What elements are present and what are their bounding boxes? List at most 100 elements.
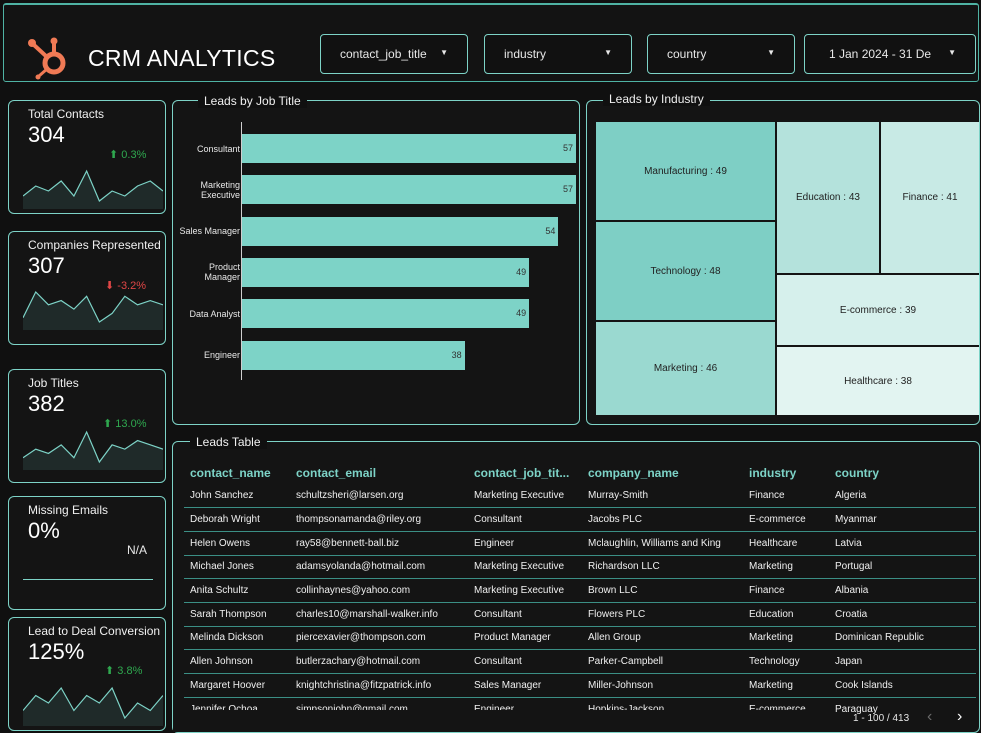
table-row[interactable]: Sarah Thompson charles10@marshall-walker.… xyxy=(184,602,976,627)
bar-category-label: Marketing Executive xyxy=(170,180,240,200)
pagination-label: 1 - 100 / 413 xyxy=(853,713,910,724)
treemap-tile-separator: : xyxy=(938,192,947,203)
table-cell: Consultant xyxy=(468,602,582,627)
table-cell: charles10@marshall-walker.info xyxy=(290,602,468,627)
table-row[interactable]: Michael Jones adamsyolanda@hotmail.com Mar… xyxy=(184,555,976,580)
treemap-tile-name: Manufacturing xyxy=(644,165,708,177)
bar-category-label: Data Analyst xyxy=(170,309,240,319)
kpi-value: 382 xyxy=(28,391,65,416)
treemap-tile-separator: : xyxy=(892,375,901,387)
bar[interactable]: 54 xyxy=(242,216,559,246)
column-header-contact_name[interactable]: contact_name xyxy=(184,461,290,484)
chevron-left-icon[interactable]: ‹ xyxy=(927,708,932,726)
table-cell: Consultant xyxy=(468,507,582,532)
bar-category-line: Data Analyst xyxy=(189,308,240,319)
table-cell: piercexavier@thompson.com xyxy=(290,626,468,651)
table-cell: Brown LLC xyxy=(582,578,743,603)
treemap-tile-manufacturing[interactable]: Manufacturing : 49 xyxy=(596,122,775,220)
filter-date-range[interactable]: 1 Jan 2024 - 31 De ▼ xyxy=(804,34,976,74)
bar-category-label: Product Manager xyxy=(170,262,240,282)
table-cell: butlerzachary@hotmail.com xyxy=(290,649,468,674)
treemap-tile-name: Healthcare xyxy=(844,375,893,387)
kpi-label: Total Contacts xyxy=(28,107,105,121)
table-row[interactable]: Margaret Hoover knightchristina@fitzpatri… xyxy=(184,673,976,698)
bar-category-line: Manager xyxy=(204,272,240,283)
treemap-tile-value: 49 xyxy=(715,165,727,177)
table-cell: Jacobs PLC xyxy=(582,507,743,532)
kpi-label: Lead to Deal Conversion xyxy=(28,624,161,638)
treemap-tile-marketing[interactable]: Marketing : 46 xyxy=(596,322,775,415)
treemap-tile-separator: : xyxy=(896,304,905,316)
treemap-tile-technology[interactable]: Technology : 48 xyxy=(596,222,775,320)
treemap-tile-name: Marketing xyxy=(653,363,698,374)
treemap-tile-e-commerce[interactable]: E-commerce : 39 xyxy=(777,275,979,345)
column-header-industry[interactable]: industry xyxy=(743,461,829,484)
caret-down-icon: ▼ xyxy=(948,48,956,57)
kpi-card-total-contacts: Total Contacts 304 ⬆ 0.3% xyxy=(8,100,166,214)
table-cell: Mclaughlin, Williams and King xyxy=(582,531,743,556)
treemap-tile-separator: : xyxy=(840,192,849,203)
table-cell: Flowers PLC xyxy=(582,602,743,627)
treemap-tile-finance[interactable]: Finance : 41 xyxy=(881,122,979,273)
table-cell: Consultant xyxy=(468,649,582,674)
bar[interactable]: 49 xyxy=(242,257,530,287)
kpi-card-companies-represented: Companies Represented 307 ⬇ -3.2% xyxy=(8,231,166,345)
table-cell: Anita Schultz xyxy=(184,578,290,603)
column-header-country[interactable]: country xyxy=(829,461,976,484)
table-cell: Murray-Smith xyxy=(582,484,743,509)
bar-category-label: Engineer xyxy=(170,350,240,360)
bar-category-label: Consultant xyxy=(170,144,240,154)
bar-value-label: 49 xyxy=(516,266,527,277)
table-cell: E-commerce xyxy=(743,507,829,532)
bar[interactable]: 57 xyxy=(242,175,576,205)
bar[interactable]: 38 xyxy=(242,340,465,370)
column-header-contact_job_tit[interactable]: contact_job_tit... xyxy=(468,461,582,484)
filter-country[interactable]: country ▼ xyxy=(647,34,795,74)
filter-job-title[interactable]: contact_job_title ▼ xyxy=(320,34,468,74)
filter-industry-label: industry xyxy=(504,47,547,61)
filter-job-title-label: contact_job_title xyxy=(340,47,427,61)
table-cell: Japan xyxy=(829,649,976,674)
kpi-label: Job Titles xyxy=(28,376,79,390)
bar[interactable]: 57 xyxy=(242,134,576,163)
column-header-company_name[interactable]: company_name xyxy=(582,461,743,484)
leads-table-title: Leads Table xyxy=(190,435,267,449)
table-row[interactable]: Anita Schultz collinhaynes@yahoo.com Marke… xyxy=(184,578,976,603)
table-cell: Helen Owens xyxy=(184,531,290,556)
table-cell: Myanmar xyxy=(829,507,976,532)
table-cell: Sarah Thompson xyxy=(184,602,290,627)
bar-category-line: Marketing xyxy=(200,179,240,190)
table-row[interactable]: Allen Johnson butlerzachary@hotmail.com Co… xyxy=(184,649,976,674)
table-cell: Portugal xyxy=(829,555,976,580)
table-cell: Dominican Republic xyxy=(829,626,976,651)
chevron-right-icon[interactable]: › xyxy=(957,708,962,726)
filter-industry[interactable]: industry ▼ xyxy=(484,34,632,74)
bar-value-label: 57 xyxy=(562,184,573,195)
table-cell: thompsonamanda@riley.org xyxy=(290,507,468,532)
kpi-card-lead-to-deal-conversion: Lead to Deal Conversion 125% ⬆ 3.8% xyxy=(8,617,166,731)
table-row[interactable]: Deborah Wright thompsonamanda@riley.org Co… xyxy=(184,507,976,532)
table-cell: Latvia xyxy=(829,531,976,556)
table-cell: Finance xyxy=(743,484,829,509)
bar[interactable]: 49 xyxy=(242,299,530,329)
treemap-tile-separator: : xyxy=(701,265,710,277)
sparkline xyxy=(23,686,163,726)
treemap-tile-value: 46 xyxy=(706,363,718,374)
treemap-tile-value: 41 xyxy=(946,192,958,203)
table-row[interactable]: Melinda Dickson piercexavier@thompson.com… xyxy=(184,626,976,651)
table-cell: ray58@bennett-ball.biz xyxy=(290,531,468,556)
table-cell: Marketing Executive xyxy=(468,484,582,509)
table-cell: collinhaynes@yahoo.com xyxy=(290,578,468,603)
table-row[interactable]: John Sanchez schultzsheri@larsen.org Marke… xyxy=(184,484,976,509)
kpi-card-job-titles: Job Titles 382 ⬆ 13.0% xyxy=(8,369,166,483)
table-row[interactable]: Helen Owens ray58@bennett-ball.biz Enginee… xyxy=(184,531,976,556)
table-cell: Technology xyxy=(743,649,829,674)
filter-country-label: country xyxy=(667,47,707,61)
table-cell: Miller-Johnson xyxy=(582,673,743,698)
kpi-delta: N/A xyxy=(127,543,148,557)
column-header-contact_email[interactable]: contact_email xyxy=(290,461,468,484)
treemap-tile-healthcare[interactable]: Healthcare : 38 xyxy=(777,347,979,415)
kpi-label: Missing Emails xyxy=(28,503,109,517)
treemap-tile-value: 48 xyxy=(709,265,721,277)
treemap-tile-education[interactable]: Education : 43 xyxy=(777,122,879,273)
